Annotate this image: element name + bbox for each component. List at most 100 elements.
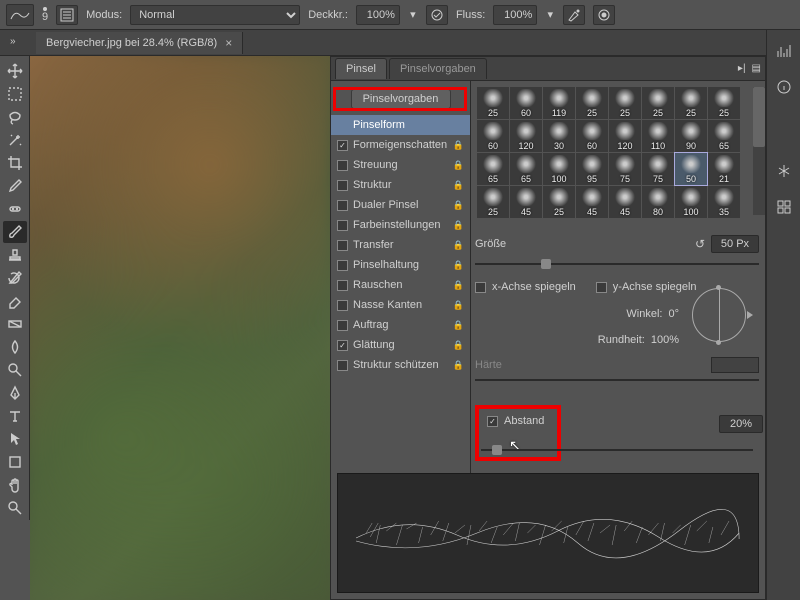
brush-thumb[interactable]: 25: [477, 186, 509, 218]
brush-thumb[interactable]: 60: [510, 87, 542, 119]
styles-panel-icon[interactable]: [774, 198, 794, 216]
angle-value[interactable]: 0°: [668, 308, 679, 320]
tab-brush-presets[interactable]: Pinselvorgaben: [389, 58, 487, 79]
brush-thumb[interactable]: 65: [477, 153, 509, 185]
brush-thumb[interactable]: 45: [510, 186, 542, 218]
tool-stamp[interactable]: [3, 244, 27, 266]
setting-rauschen-checkbox[interactable]: [337, 280, 348, 291]
setting-formeigenschaften-checkbox[interactable]: ✓: [337, 140, 348, 151]
brush-thumb[interactable]: 45: [609, 186, 641, 218]
tool-type[interactable]: [3, 405, 27, 427]
brush-thumb[interactable]: 120: [510, 120, 542, 152]
brush-thumb[interactable]: 21: [708, 153, 740, 185]
setting-struktur-schuetzen[interactable]: Struktur schützen🔒: [331, 355, 470, 375]
brush-presets-button[interactable]: Pinselvorgaben: [351, 89, 451, 109]
lock-icon[interactable]: 🔒: [453, 300, 464, 311]
blend-mode-select[interactable]: Normal: [130, 5, 300, 25]
tool-hand[interactable]: [3, 474, 27, 496]
opacity-input[interactable]: [356, 5, 400, 25]
setting-transfer[interactable]: Transfer🔒: [331, 235, 470, 255]
setting-transfer-checkbox[interactable]: [337, 240, 348, 251]
brush-thumb[interactable]: 35: [708, 186, 740, 218]
tool-history-brush[interactable]: [3, 267, 27, 289]
setting-auftrag-checkbox[interactable]: [337, 320, 348, 331]
brush-thumb[interactable]: 25: [708, 87, 740, 119]
setting-auftrag[interactable]: Auftrag🔒: [331, 315, 470, 335]
brush-thumb[interactable]: 95: [576, 153, 608, 185]
opacity-pressure-toggle[interactable]: [426, 5, 448, 25]
thumbnails-scrollbar[interactable]: [753, 87, 765, 215]
size-value[interactable]: 50 Px: [711, 235, 759, 253]
setting-rauschen[interactable]: Rauschen🔒: [331, 275, 470, 295]
tool-pen[interactable]: [3, 382, 27, 404]
tool-blur[interactable]: [3, 336, 27, 358]
setting-struktur[interactable]: Struktur🔒: [331, 175, 470, 195]
setting-glaettung[interactable]: ✓Glättung🔒: [331, 335, 470, 355]
document-tab[interactable]: Bergviecher.jpg bei 28.4% (RGB/8) ×: [36, 32, 243, 54]
setting-struktur-checkbox[interactable]: [337, 180, 348, 191]
lock-icon[interactable]: 🔒: [453, 260, 464, 271]
histogram-panel-icon[interactable]: [774, 42, 794, 60]
angle-widget[interactable]: [689, 285, 749, 345]
tool-lasso[interactable]: [3, 106, 27, 128]
brush-thumb[interactable]: 25: [477, 87, 509, 119]
brush-thumb[interactable]: 45: [576, 186, 608, 218]
tool-gradient[interactable]: [3, 313, 27, 335]
tool-wand[interactable]: [3, 129, 27, 151]
brush-thumb[interactable]: 120: [609, 120, 641, 152]
brush-thumb[interactable]: 100: [675, 186, 707, 218]
opacity-chevron-icon[interactable]: ▾: [408, 5, 418, 25]
lock-icon[interactable]: 🔒: [453, 180, 464, 191]
expand-dock-icon[interactable]: »: [10, 36, 16, 47]
brush-thumb[interactable]: 60: [576, 120, 608, 152]
document-canvas[interactable]: [30, 56, 330, 600]
lock-icon[interactable]: 🔒: [453, 280, 464, 291]
brush-thumb[interactable]: 50: [675, 153, 707, 185]
tool-brush[interactable]: [3, 221, 27, 243]
tool-shape[interactable]: [3, 451, 27, 473]
tool-crop[interactable]: [3, 152, 27, 174]
brush-thumb[interactable]: 65: [510, 153, 542, 185]
tool-eraser[interactable]: [3, 290, 27, 312]
spacing-slider[interactable]: [481, 445, 753, 455]
tool-dodge[interactable]: [3, 359, 27, 381]
setting-struktur-schuetzen-checkbox[interactable]: [337, 360, 348, 371]
setting-pinselform[interactable]: Pinselform: [331, 115, 470, 135]
brush-thumb[interactable]: 25: [543, 186, 575, 218]
tool-marquee[interactable]: [3, 83, 27, 105]
brush-thumb[interactable]: 25: [642, 87, 674, 119]
flip-x-checkbox[interactable]: [475, 282, 486, 293]
brush-thumb[interactable]: 25: [675, 87, 707, 119]
lock-icon[interactable]: 🔒: [453, 220, 464, 231]
setting-pinselhaltung-checkbox[interactable]: [337, 260, 348, 271]
setting-streuung-checkbox[interactable]: [337, 160, 348, 171]
setting-glaettung-checkbox[interactable]: ✓: [337, 340, 348, 351]
setting-formeigenschaften[interactable]: ✓Formeigenschatten🔒: [331, 135, 470, 155]
setting-nasse-kanten[interactable]: Nasse Kanten🔒: [331, 295, 470, 315]
brush-thumb[interactable]: 75: [642, 153, 674, 185]
setting-farbeinstellungen[interactable]: Farbeinstellungen🔒: [331, 215, 470, 235]
brush-thumb[interactable]: 100: [543, 153, 575, 185]
airbrush-toggle[interactable]: [563, 5, 585, 25]
lock-icon[interactable]: 🔒: [453, 360, 464, 371]
setting-pinselhaltung[interactable]: Pinselhaltung🔒: [331, 255, 470, 275]
swatches-panel-icon[interactable]: [774, 162, 794, 180]
setting-dualer-pinsel-checkbox[interactable]: [337, 200, 348, 211]
brush-thumb[interactable]: 60: [477, 120, 509, 152]
lock-icon[interactable]: 🔒: [453, 320, 464, 331]
brush-panel-toggle[interactable]: [56, 5, 78, 25]
spacing-checkbox[interactable]: ✓: [487, 416, 498, 427]
brush-thumb[interactable]: 25: [576, 87, 608, 119]
tool-move[interactable]: [3, 60, 27, 82]
brush-thumb[interactable]: 30: [543, 120, 575, 152]
flow-chevron-icon[interactable]: ▾: [545, 5, 555, 25]
panel-collapse-icon[interactable]: ▸|: [738, 63, 746, 74]
brush-thumb[interactable]: 90: [675, 120, 707, 152]
lock-icon[interactable]: 🔒: [453, 240, 464, 251]
brush-size-indicator[interactable]: 9: [42, 7, 48, 22]
setting-nasse-kanten-checkbox[interactable]: [337, 300, 348, 311]
tab-brush[interactable]: Pinsel: [335, 58, 387, 79]
info-panel-icon[interactable]: [774, 78, 794, 96]
lock-icon[interactable]: 🔒: [453, 200, 464, 211]
brush-thumb[interactable]: 75: [609, 153, 641, 185]
